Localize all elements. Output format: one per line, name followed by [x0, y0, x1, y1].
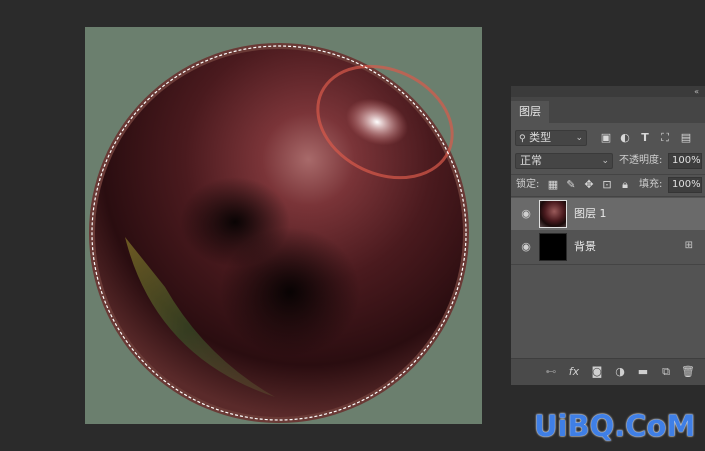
layer-name: 图层 1 — [574, 207, 607, 220]
tab-layers[interactable]: 图层 — [511, 101, 549, 123]
adjustment-icon[interactable]: ◑ — [613, 365, 627, 379]
lock-transparent-icon[interactable]: ▦ — [546, 178, 560, 192]
opacity-label: 不透明度: — [619, 155, 663, 166]
lock-row: 锁定: ▦ ✎ ✥ ⊡ 🔒︎ 填充: 100% — [511, 177, 705, 193]
new-layer-icon[interactable]: ⧉ — [659, 365, 673, 379]
lock-paint-icon[interactable]: ✎ — [564, 178, 578, 192]
panel-title-bar: « — [511, 86, 705, 97]
shape-filter-icon[interactable]: ⛶ — [658, 131, 672, 145]
lock-all-icon[interactable]: 🔒︎ — [618, 178, 632, 192]
lock-label: 锁定: — [516, 179, 540, 190]
collapse-icon[interactable]: « — [694, 86, 699, 97]
filter-row: ⚲ 类型 ⌄ ▣ ◐ T ⛶ ▤ — [511, 130, 705, 146]
divider — [511, 196, 705, 197]
trash-icon[interactable]: 🗑︎ — [681, 365, 695, 379]
sphere-artwork — [89, 43, 469, 423]
visibility-eye-icon[interactable]: ◉ — [519, 240, 533, 254]
mask-icon[interactable]: ◙ — [590, 365, 604, 379]
filter-type-label: 类型 — [529, 131, 552, 144]
blend-mode-select[interactable]: 正常 ⌄ — [515, 153, 613, 169]
blend-row: 正常 ⌄ 不透明度: 100% — [511, 153, 705, 169]
fill-field[interactable]: 100% — [668, 177, 702, 193]
layer-thumbnail — [539, 200, 567, 228]
image-filter-icon[interactable]: ▣ — [599, 131, 613, 145]
adjustment-filter-icon[interactable]: ◐ — [618, 131, 632, 145]
layer-row-layer-1[interactable]: ◉ 图层 1 — [511, 198, 705, 230]
opacity-field[interactable]: 100% — [668, 153, 702, 169]
lock-artboard-icon[interactable]: ⊡ — [600, 178, 614, 192]
fill-label: 填充: — [639, 179, 663, 190]
layer-name: 背景 — [574, 240, 596, 253]
chevron-down-icon: ⌄ — [575, 133, 583, 143]
divider — [511, 174, 705, 175]
visibility-eye-icon[interactable]: ◉ — [519, 207, 533, 221]
divider — [511, 264, 705, 265]
link-icon[interactable]: ⊷ — [544, 365, 558, 379]
panel-tab-strip: 图层 — [511, 97, 705, 123]
watermark-logo: UiBQ.CoM — [534, 409, 696, 443]
blend-mode-value: 正常 — [520, 154, 542, 167]
search-icon: ⚲ — [519, 134, 526, 144]
layers-panel: « 图层 ⚲ 类型 ⌄ ▣ ◐ T ⛶ ▤ 正常 ⌄ 不透明度: 100% 锁定… — [511, 86, 705, 385]
smart-object-filter-icon[interactable]: ▤ — [679, 131, 693, 145]
folder-icon[interactable]: ▬ — [636, 365, 650, 379]
layer-thumbnail — [539, 233, 567, 261]
lock-icon: ⊞ — [684, 240, 693, 251]
chevron-down-icon: ⌄ — [601, 156, 609, 166]
filter-type-select[interactable]: ⚲ 类型 ⌄ — [515, 130, 587, 146]
fx-icon[interactable]: fx — [567, 365, 581, 379]
layer-row-background[interactable]: ◉ 背景 ⊞ — [511, 231, 705, 263]
layers-footer: ⊷ fx ◙ ◑ ▬ ⧉ 🗑︎ — [511, 358, 705, 385]
document-canvas[interactable] — [85, 27, 482, 424]
type-filter-icon[interactable]: T — [638, 131, 652, 145]
lock-position-icon[interactable]: ✥ — [582, 178, 596, 192]
